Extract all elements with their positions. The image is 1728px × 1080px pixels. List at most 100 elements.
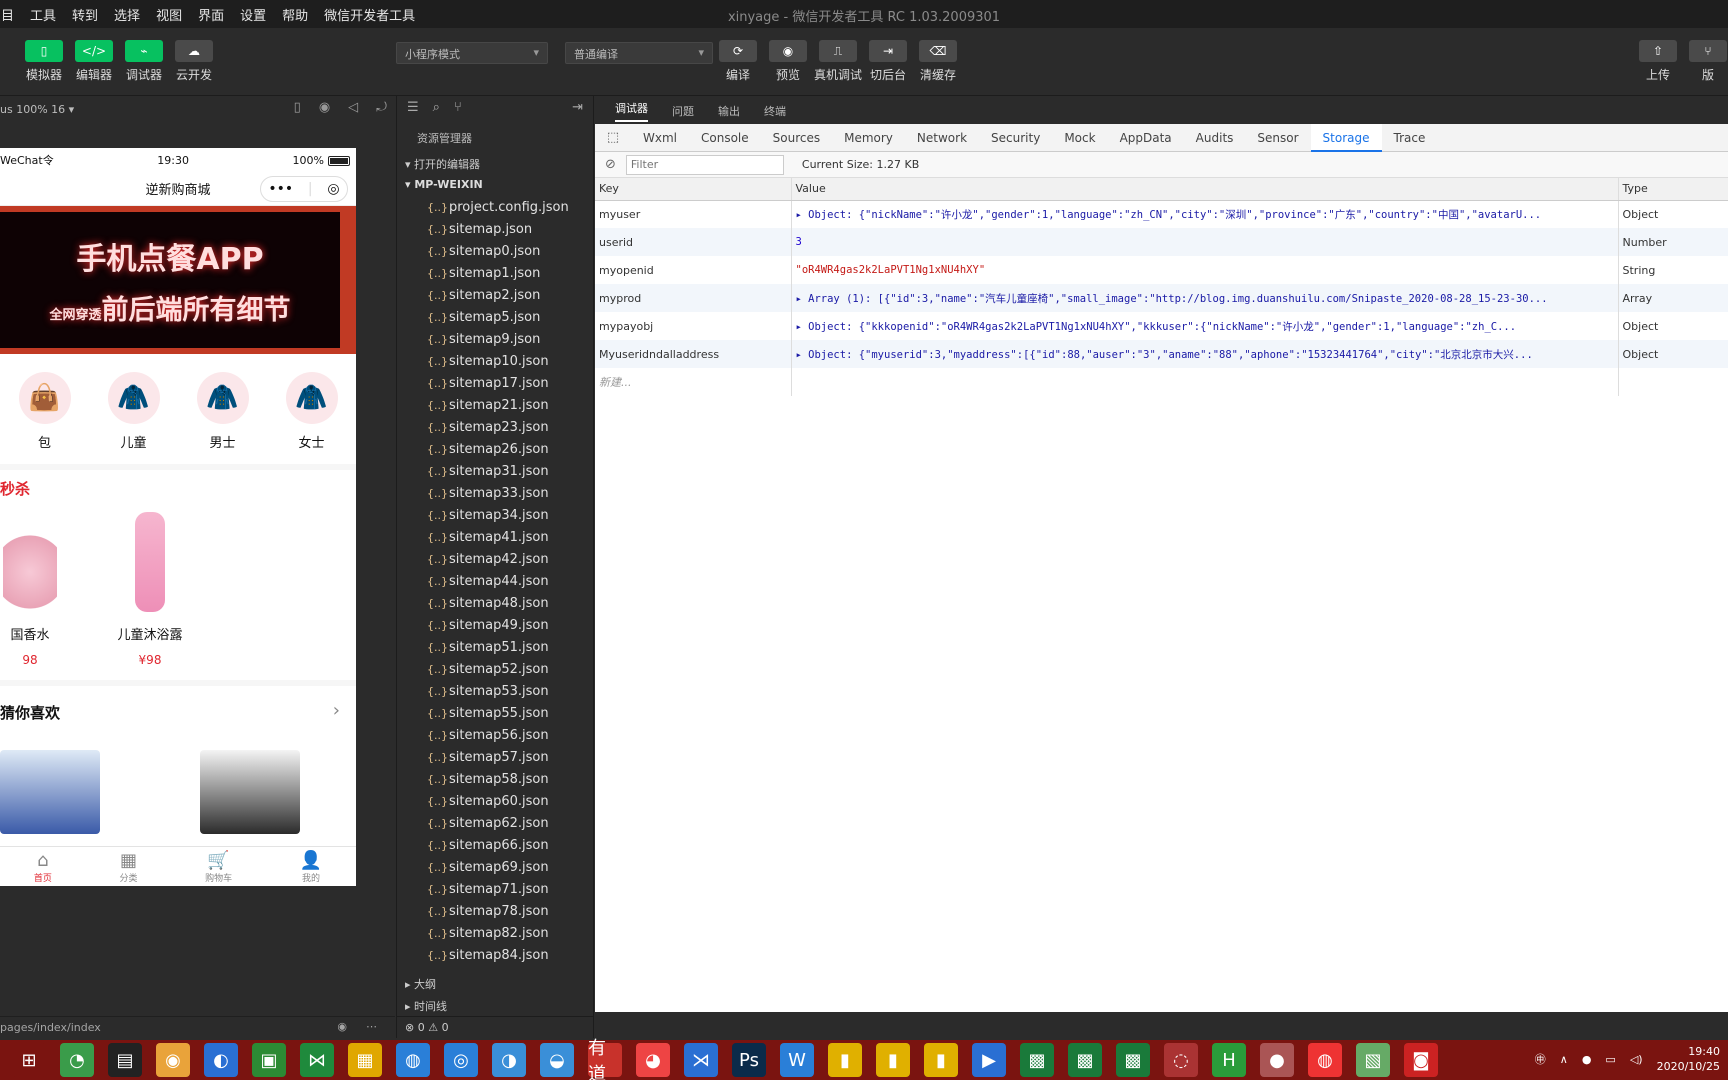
compile-select[interactable]: 普通编译 ▾ [565, 42, 713, 64]
file-item[interactable]: {..} sitemap71.json [397, 878, 593, 900]
toolbar-button[interactable]: ⟳ 编译 [716, 40, 760, 83]
menu-item[interactable]: 视图 [155, 5, 183, 24]
taskbar-app-icon[interactable]: ◕ [636, 1043, 670, 1077]
capsule-menu[interactable]: ••• | ◎ [260, 176, 348, 202]
file-item[interactable]: {..} sitemap0.json [397, 240, 593, 262]
tab-security[interactable]: Security [979, 124, 1052, 152]
table-row[interactable]: Myuseridndalladdress ▸ Object: {"myuserid… [595, 340, 1728, 368]
taskbar-app-icon[interactable]: ◉ [156, 1043, 190, 1077]
file-item[interactable]: {..} sitemap31.json [397, 460, 593, 482]
storage-key[interactable]: userid [595, 228, 792, 256]
clear-icon[interactable]: ⊘ [605, 157, 616, 172]
file-item[interactable]: {..} sitemap34.json [397, 504, 593, 526]
storage-key[interactable]: myprod [595, 284, 792, 312]
menu-item[interactable]: 界面 [197, 5, 225, 24]
storage-filter-input[interactable] [625, 154, 784, 175]
split-icon[interactable]: ⇥ [572, 100, 583, 118]
zoom-select[interactable]: us 100% 16 ▾ [0, 103, 74, 116]
taskbar-app-icon[interactable]: ◌ [1164, 1043, 1198, 1077]
taskbar-app-icon[interactable]: ▩ [1068, 1043, 1102, 1077]
file-item[interactable]: {..} sitemap42.json [397, 548, 593, 570]
toolbar-button[interactable]: ⌁ 调试器 [122, 40, 166, 83]
toolbar-button[interactable]: ⌫ 清缓存 [916, 40, 960, 83]
mic-icon[interactable]: ● [1582, 1053, 1592, 1066]
rotate-icon[interactable]: ⤾ [376, 100, 387, 115]
product-card[interactable]: 儿童沐浴露 ¥98 [90, 512, 210, 667]
taskbar-app-icon[interactable]: ● [1260, 1043, 1294, 1077]
new-key-input[interactable]: 新建... [595, 368, 792, 396]
record-icon[interactable]: ◉ [319, 100, 330, 115]
menu-item[interactable]: 工具 [29, 5, 57, 24]
taskbar-app-icon[interactable]: Ps [732, 1043, 766, 1077]
file-item[interactable]: {..} sitemap53.json [397, 680, 593, 702]
menu-item[interactable]: 微信开发者工具 [323, 5, 416, 24]
file-item[interactable]: {..} project.config.json [397, 196, 593, 218]
table-row[interactable]: myprod ▸ Array (1): [{"id":3,"name":"汽车儿童… [595, 284, 1728, 312]
file-item[interactable]: {..} sitemap26.json [397, 438, 593, 460]
tab-trace[interactable]: Trace [1382, 124, 1438, 152]
product-card[interactable]: 国香水 98 [0, 512, 90, 667]
file-item[interactable]: {..} sitemap33.json [397, 482, 593, 504]
taskbar-app-icon[interactable]: H [1212, 1043, 1246, 1077]
file-item[interactable]: {..} sitemap57.json [397, 746, 593, 768]
toolbar-button[interactable]: ⑂ 版 [1686, 40, 1728, 83]
file-item[interactable]: {..} sitemap44.json [397, 570, 593, 592]
more-icon[interactable]: ••• [268, 181, 293, 197]
category-item[interactable]: 👜 包 [10, 372, 80, 464]
type-column-header[interactable]: Type [1618, 178, 1728, 201]
table-row[interactable]: myuser ▸ Object: {"nickName":"许小龙","gende… [595, 200, 1728, 228]
storage-value[interactable]: 3 [791, 228, 1619, 256]
menu-item[interactable]: 帮助 [281, 5, 309, 24]
tab-appdata[interactable]: AppData [1108, 124, 1184, 152]
file-item[interactable]: {..} sitemap84.json [397, 944, 593, 966]
category-item[interactable]: 🧥 男士 [188, 372, 258, 464]
file-item[interactable]: {..} sitemap56.json [397, 724, 593, 746]
debugger-top-tab[interactable]: 问题 [672, 103, 694, 119]
branch-icon[interactable]: ⑂ [454, 100, 462, 118]
file-item[interactable]: {..} sitemap21.json [397, 394, 593, 416]
list-icon[interactable]: ☰ [407, 100, 419, 118]
taskbar-app-icon[interactable]: ◑ [492, 1043, 526, 1077]
file-item[interactable]: {..} sitemap17.json [397, 372, 593, 394]
tab-network[interactable]: Network [905, 124, 979, 152]
table-row[interactable]: mypayobj ▸ Object: {"kkkopenid":"oR4WR4ga… [595, 312, 1728, 340]
category-item[interactable]: 🧥 女士 [277, 372, 347, 464]
chevron-right-icon[interactable]: › [333, 700, 340, 721]
debugger-top-tab[interactable]: 终端 [764, 103, 786, 119]
toolbar-button[interactable]: ▯ 模拟器 [22, 40, 66, 83]
tab-item[interactable]: 🛒 购物车 [205, 850, 232, 884]
file-item[interactable]: {..} sitemap10.json [397, 350, 593, 372]
tab-console[interactable]: Console [689, 124, 761, 152]
timeline-section[interactable]: ▸ 时间线 [397, 994, 593, 1016]
more-icon[interactable]: ⋯ [366, 1020, 377, 1033]
tab-sources[interactable]: Sources [761, 124, 832, 152]
mode-select[interactable]: 小程序模式 ▾ [396, 42, 548, 64]
taskbar-app-icon[interactable]: ◙ [1404, 1043, 1438, 1077]
debugger-top-tab[interactable]: 调试器 [615, 100, 648, 122]
ime-icon[interactable]: ㊥ [1535, 1051, 1546, 1067]
taskbar-app-icon[interactable]: ⊞ [12, 1043, 46, 1077]
storage-value[interactable]: "oR4WR4gas2k2LaPVT1Ng1xNU4hXY" [791, 256, 1619, 284]
tab-item[interactable]: ▦ 分类 [119, 850, 137, 884]
storage-key[interactable]: myuser [595, 200, 792, 228]
file-item[interactable]: {..} sitemap82.json [397, 922, 593, 944]
volume-icon[interactable]: ◁) [1630, 1053, 1643, 1066]
promo-banner[interactable]: 手机点餐APP 全网穿透前后端所有细节 [0, 206, 356, 354]
open-editors-section[interactable]: ▾ 打开的编辑器 [397, 152, 593, 174]
taskbar-app-icon[interactable]: ▧ [1356, 1043, 1390, 1077]
storage-key[interactable]: Myuseridndalladdress [595, 340, 792, 368]
taskbar-app-icon[interactable]: ◍ [396, 1043, 430, 1077]
file-item[interactable]: {..} sitemap.json [397, 218, 593, 240]
toolbar-button[interactable]: ◉ 预览 [766, 40, 810, 83]
taskbar-app-icon[interactable]: ▩ [1116, 1043, 1150, 1077]
file-item[interactable]: {..} sitemap62.json [397, 812, 593, 834]
taskbar-app-icon[interactable]: ▮ [828, 1043, 862, 1077]
storage-key[interactable]: mypayobj [595, 312, 792, 340]
project-section[interactable]: ▾ MP-WEIXIN [397, 174, 593, 196]
toolbar-button[interactable]: ⇧ 上传 [1636, 40, 1680, 83]
clock[interactable]: 19:40 2020/10/25 [1657, 1044, 1720, 1074]
file-item[interactable]: {..} sitemap58.json [397, 768, 593, 790]
file-item[interactable]: {..} sitemap60.json [397, 790, 593, 812]
tab-item[interactable]: 👤 我的 [300, 850, 322, 884]
search-icon[interactable]: ⌕ [433, 100, 440, 118]
